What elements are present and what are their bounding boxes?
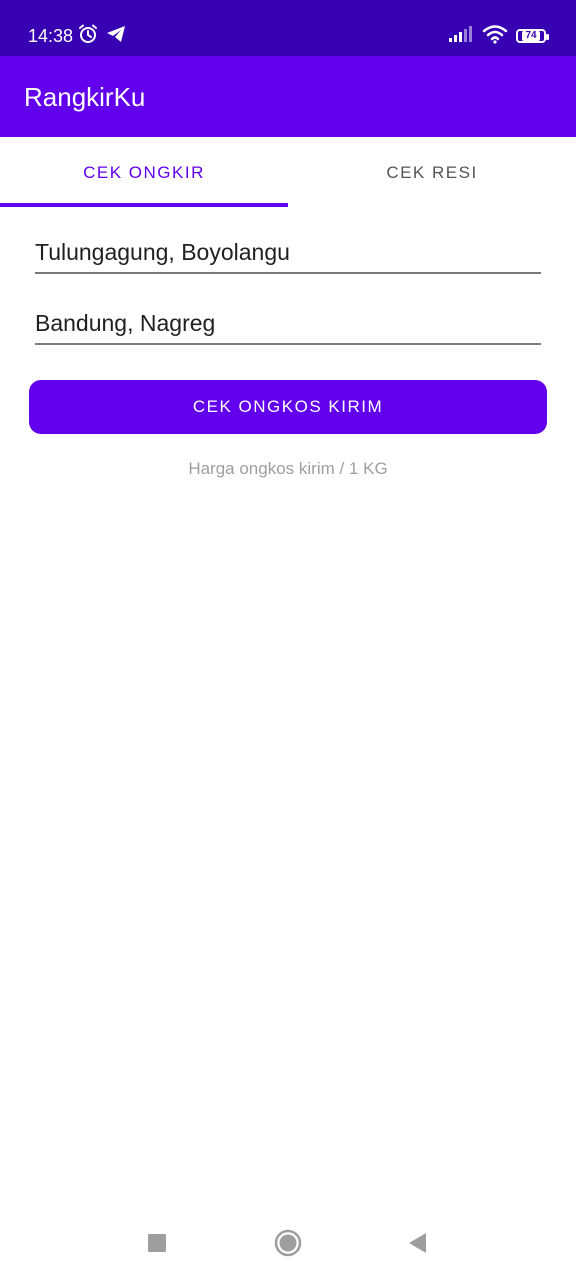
origin-input[interactable]	[35, 239, 541, 272]
app-bar: RangkirKu	[0, 56, 576, 137]
origin-field[interactable]	[35, 230, 541, 274]
tab-bar: CEK ONGKIR CEK RESI	[0, 137, 576, 209]
recents-button[interactable]	[137, 1230, 177, 1260]
alarm-icon	[78, 24, 98, 48]
status-bar: 14:38 74	[0, 0, 576, 56]
check-shipping-cost-button[interactable]: CEK ONGKOS KIRIM	[29, 380, 547, 434]
destination-input[interactable]	[35, 310, 541, 343]
status-right-icons: 74	[448, 24, 549, 48]
back-icon	[407, 1232, 427, 1258]
battery-icon: 74	[516, 29, 549, 43]
signal-icon	[448, 25, 474, 47]
status-time: 14:38	[28, 26, 74, 46]
tab-indicator	[0, 203, 288, 207]
shipping-cost-result: Harga ongkos kirim / 1 KG	[188, 459, 388, 478]
tab-cek-ongkir[interactable]: CEK ONGKIR	[0, 137, 288, 209]
app-title: RangkirKu	[24, 82, 146, 112]
home-button[interactable]	[268, 1229, 308, 1261]
back-button[interactable]	[397, 1230, 437, 1260]
tab-cek-resi-label: CEK RESI	[386, 163, 478, 182]
status-left-icons	[78, 24, 126, 48]
check-shipping-cost-label: CEK ONGKOS KIRIM	[192, 397, 384, 416]
home-icon	[274, 1229, 302, 1261]
wifi-icon	[482, 24, 508, 48]
recents-icon	[148, 1234, 166, 1256]
system-nav-bar	[0, 1210, 576, 1280]
battery-level: 74	[522, 31, 540, 41]
tab-cek-resi[interactable]: CEK RESI	[288, 137, 576, 209]
tab-cek-ongkir-label: CEK ONGKIR	[83, 163, 205, 182]
destination-field[interactable]	[35, 301, 541, 345]
telegram-icon	[106, 24, 126, 48]
